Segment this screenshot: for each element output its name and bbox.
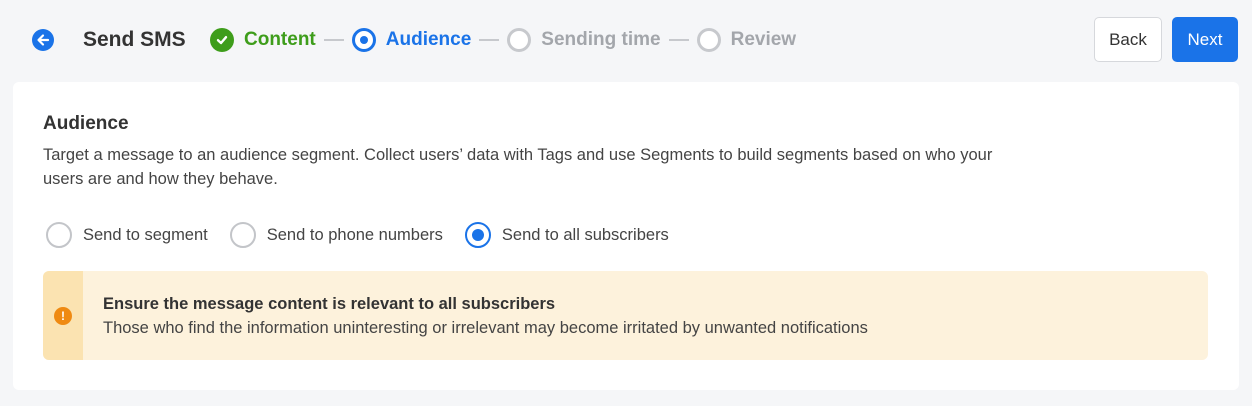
next-button[interactable]: Next [1172, 17, 1238, 62]
page-title: Send SMS [83, 28, 186, 51]
radio-send-to-all-subscribers[interactable]: Send to all subscribers [464, 222, 669, 248]
alert-text: Those who find the information uninteres… [103, 319, 868, 337]
warning-alert: ! Ensure the message content is relevant… [43, 271, 1208, 360]
exclamation-circle-icon: ! [54, 306, 72, 325]
step-label: Audience [385, 29, 472, 50]
step-audience[interactable]: Audience [351, 28, 472, 52]
section-description: Target a message to an audience segment.… [43, 146, 993, 188]
step-sending-time[interactable]: Sending time [507, 28, 661, 52]
step-label: Sending time [541, 29, 661, 50]
audience-radio-group: Send to segment Send to phone numbers Se… [46, 222, 691, 248]
radio-active-icon [351, 28, 376, 52]
alert-title: Ensure the message content is relevant t… [103, 295, 556, 313]
step-label: Review [730, 29, 797, 50]
back-arrow-button[interactable] [32, 29, 54, 51]
radio-send-to-segment[interactable]: Send to segment [46, 222, 208, 248]
alert-strip: ! [43, 271, 83, 360]
radio-label: Send to phone numbers [266, 226, 443, 244]
radio-label: Send to all subscribers [501, 226, 669, 244]
stepper: Content Audience Sending time Review [210, 27, 796, 53]
radio-send-to-phone-numbers[interactable]: Send to phone numbers [229, 222, 443, 248]
step-label: Content [244, 29, 316, 50]
radio-empty-icon[interactable] [229, 222, 256, 248]
step-review[interactable]: Review [696, 28, 797, 52]
step-divider [668, 39, 689, 41]
back-button[interactable]: Back [1094, 17, 1162, 62]
arrow-left-icon [37, 34, 50, 46]
step-divider [323, 39, 344, 41]
top-bar: Send SMS Content Audience Sending time R… [0, 0, 1252, 80]
radio-checked-icon[interactable] [464, 222, 491, 248]
check-circle-icon [210, 28, 234, 52]
section-title: Audience [43, 113, 129, 134]
radio-empty-icon [507, 28, 532, 52]
radio-empty-icon[interactable] [46, 222, 72, 248]
radio-empty-icon [696, 28, 721, 52]
step-content[interactable]: Content [210, 28, 316, 52]
step-divider [479, 39, 500, 41]
radio-label: Send to segment [83, 226, 208, 244]
audience-card: Audience Target a message to an audience… [13, 82, 1239, 390]
